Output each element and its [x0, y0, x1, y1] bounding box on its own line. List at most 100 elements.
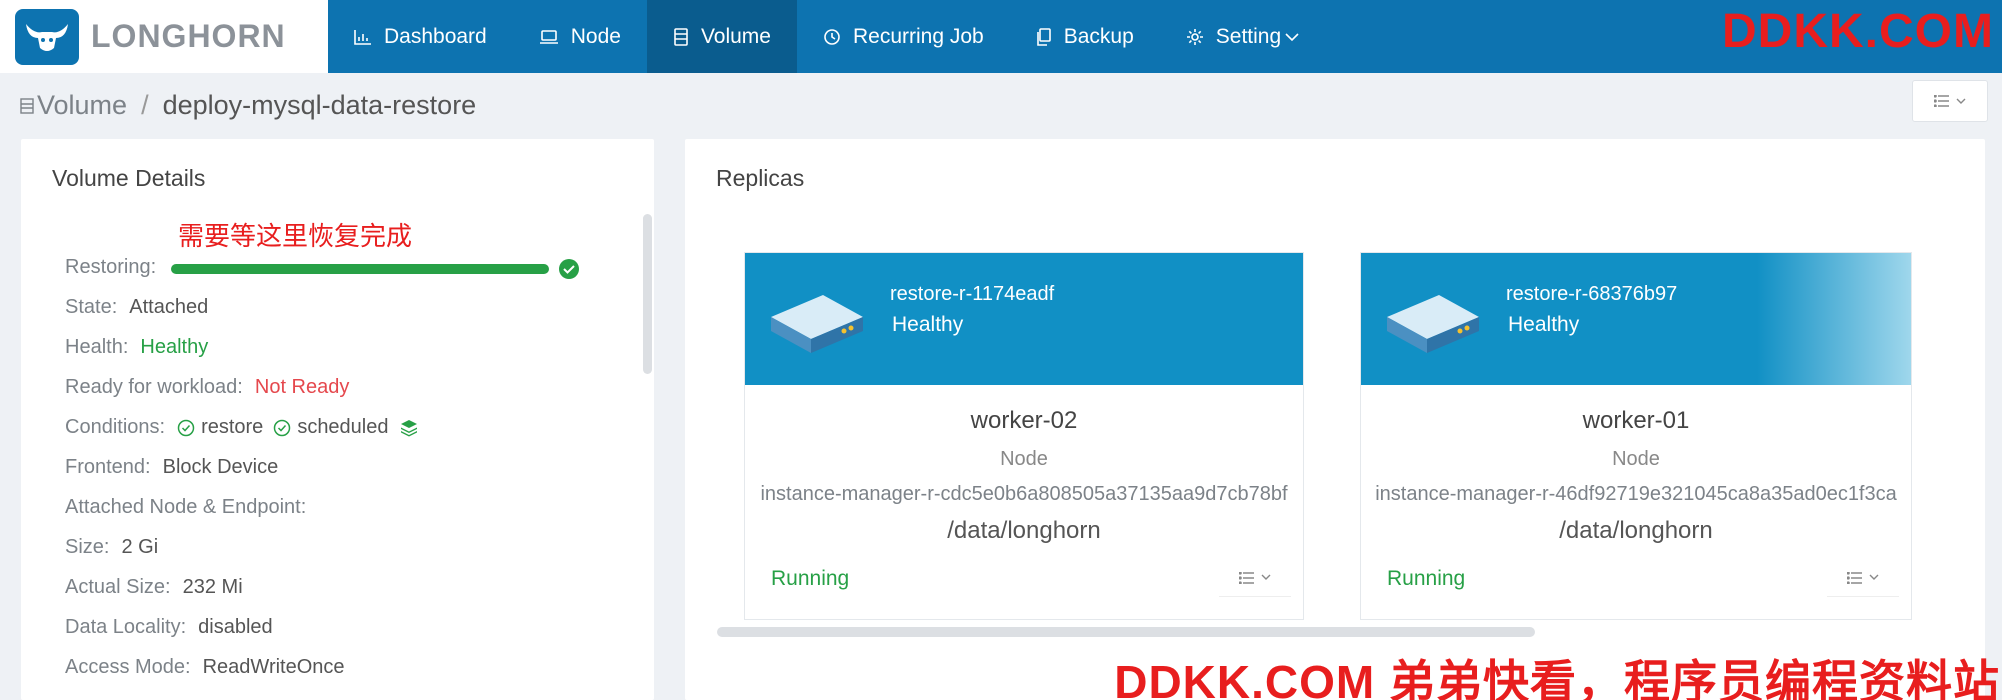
- access-label: Access Mode:: [65, 656, 191, 678]
- nav-node-label: Node: [570, 24, 621, 48]
- frontend-label: Frontend:: [65, 456, 151, 478]
- layers-icon[interactable]: [399, 418, 419, 438]
- restore-progress-bar: [171, 264, 549, 274]
- replica-status: Running: [771, 567, 850, 590]
- conditions-label: Conditions:: [65, 416, 166, 438]
- bar-chart-icon: [354, 29, 372, 45]
- nav-recurring-job-label: Recurring Job: [852, 24, 984, 48]
- volume-details-title: Volume Details: [52, 165, 206, 191]
- detail-locality: Data Locality: disabled: [65, 616, 273, 639]
- replica-card: restore-r-1174eadf Healthy worker-02 Nod…: [744, 252, 1304, 620]
- actual-size-label: Actual Size:: [65, 576, 171, 598]
- gear-icon: [1186, 28, 1204, 46]
- detail-state: State: Attached: [65, 296, 208, 319]
- detail-conditions: Conditions: restore scheduled: [65, 416, 419, 439]
- nav-dashboard-label: Dashboard: [384, 24, 487, 48]
- replica-card-body: worker-01 Node instance-manager-r-46df92…: [1361, 385, 1911, 551]
- replica-card-header: restore-r-68376b97 Healthy: [1361, 253, 1911, 385]
- replica-health: Healthy: [892, 313, 964, 336]
- logo-text: LONGHORN: [91, 18, 286, 54]
- replica-card-body: worker-02 Node instance-manager-r-cdc5e0…: [745, 385, 1303, 551]
- list-icon: [1847, 571, 1863, 584]
- ready-value: Not Ready: [254, 376, 350, 398]
- size-label: Size:: [65, 536, 110, 558]
- actual-size-value: 232 Mi: [182, 576, 243, 598]
- access-value: ReadWriteOnce: [202, 656, 345, 678]
- detail-access-mode: Access Mode: ReadWriteOnce: [65, 656, 345, 679]
- replica-status: Running: [1387, 567, 1466, 590]
- replica-host: worker-01: [1582, 407, 1690, 434]
- disk-icon: [769, 291, 865, 362]
- nav-dashboard[interactable]: Dashboard: [328, 0, 513, 73]
- size-value: 2 Gi: [121, 536, 159, 558]
- locality-label: Data Locality:: [65, 616, 187, 638]
- watermark-bottom: DDKK.COM 弟弟快看，程序员编程资料站: [1114, 656, 2000, 700]
- check-circle-icon: [558, 258, 580, 285]
- breadcrumb: Volume / deploy-mysql-data-restore: [20, 90, 476, 121]
- laptop-icon: [539, 29, 559, 45]
- ready-label: Ready for workload:: [65, 376, 243, 398]
- health-value: Healthy: [140, 336, 209, 358]
- replicas-title: Replicas: [716, 165, 805, 191]
- main-nav: Dashboard Node Volume Recurring Job Back…: [328, 0, 1325, 73]
- chevron-down-icon: [1869, 574, 1879, 581]
- chevron-down-icon: [1285, 32, 1299, 42]
- replica-type: Node: [1000, 448, 1048, 470]
- replica-host: worker-02: [970, 407, 1078, 434]
- replica-instance-manager: instance-manager-r-46df92719e321045ca8a3…: [1375, 483, 1897, 505]
- detail-health: Health: Healthy: [65, 336, 208, 359]
- restoring-label: Restoring:: [65, 256, 157, 278]
- details-scrollbar[interactable]: [643, 214, 652, 374]
- database-icon: [20, 97, 34, 115]
- health-label: Health:: [65, 336, 129, 358]
- replica-name[interactable]: restore-r-68376b97: [1506, 283, 1677, 306]
- condition-restore: restore: [177, 416, 263, 439]
- condition-scheduled: scheduled: [273, 416, 389, 439]
- frontend-value: Block Device: [162, 456, 279, 478]
- breadcrumb-root[interactable]: Volume: [37, 90, 127, 121]
- condition-scheduled-label: scheduled: [297, 416, 389, 438]
- nav-volume[interactable]: Volume: [646, 0, 797, 73]
- detail-attached: Attached Node & Endpoint:: [65, 496, 318, 519]
- detail-frontend: Frontend: Block Device: [65, 456, 278, 479]
- check-circle-outline-icon: [274, 419, 291, 436]
- check-circle-outline-icon: [177, 419, 195, 436]
- detail-ready: Ready for workload: Not Ready: [65, 376, 349, 399]
- nav-recurring-job[interactable]: Recurring Job: [797, 0, 1010, 73]
- replica-type: Node: [1612, 448, 1660, 470]
- longhorn-logo-icon: [15, 8, 79, 65]
- list-icon: [1934, 95, 1950, 107]
- replica-path: /data/longhorn: [1559, 517, 1713, 544]
- detail-actual-size: Actual Size: 232 Mi: [65, 576, 243, 599]
- nav-node[interactable]: Node: [513, 0, 647, 73]
- volume-actions-button[interactable]: [1912, 80, 1988, 122]
- detail-size: Size: 2 Gi: [65, 536, 158, 559]
- breadcrumb-separator: /: [141, 90, 149, 120]
- replicas-horizontal-scrollbar[interactable]: [717, 627, 1535, 637]
- database-icon: [673, 27, 689, 46]
- replica-card-header: restore-r-1174eadf Healthy: [745, 253, 1303, 385]
- replica-actions-button[interactable]: [1827, 559, 1899, 597]
- replica-health: Healthy: [1508, 313, 1580, 336]
- replica-card: restore-r-68376b97 Healthy worker-01 Nod…: [1360, 252, 1912, 620]
- replica-instance-manager: instance-manager-r-cdc5e0b6a808505a37135…: [760, 483, 1288, 505]
- nav-setting-label: Setting: [1215, 24, 1282, 48]
- attached-label: Attached Node & Endpoint:: [65, 496, 307, 518]
- history-icon: [823, 28, 841, 46]
- annotation-text: 需要等这里恢复完成: [178, 221, 413, 251]
- replica-name[interactable]: restore-r-1174eadf: [890, 283, 1054, 306]
- nav-volume-label: Volume: [700, 24, 771, 48]
- locality-value: disabled: [198, 616, 273, 638]
- detail-restoring: Restoring:: [65, 256, 168, 279]
- replica-actions-button[interactable]: [1219, 559, 1291, 597]
- state-value: Attached: [129, 296, 209, 318]
- disk-icon: [1385, 291, 1481, 362]
- logo[interactable]: LONGHORN: [0, 0, 328, 73]
- nav-backup[interactable]: Backup: [1010, 0, 1160, 73]
- top-navbar: LONGHORN Dashboard Node Volume Recurring…: [0, 0, 2002, 73]
- replica-path: /data/longhorn: [947, 517, 1101, 544]
- list-icon: [1239, 571, 1255, 584]
- watermark-top: DDKK.COM: [1722, 5, 1994, 58]
- nav-setting[interactable]: Setting: [1160, 0, 1325, 73]
- breadcrumb-current: deploy-mysql-data-restore: [162, 90, 477, 120]
